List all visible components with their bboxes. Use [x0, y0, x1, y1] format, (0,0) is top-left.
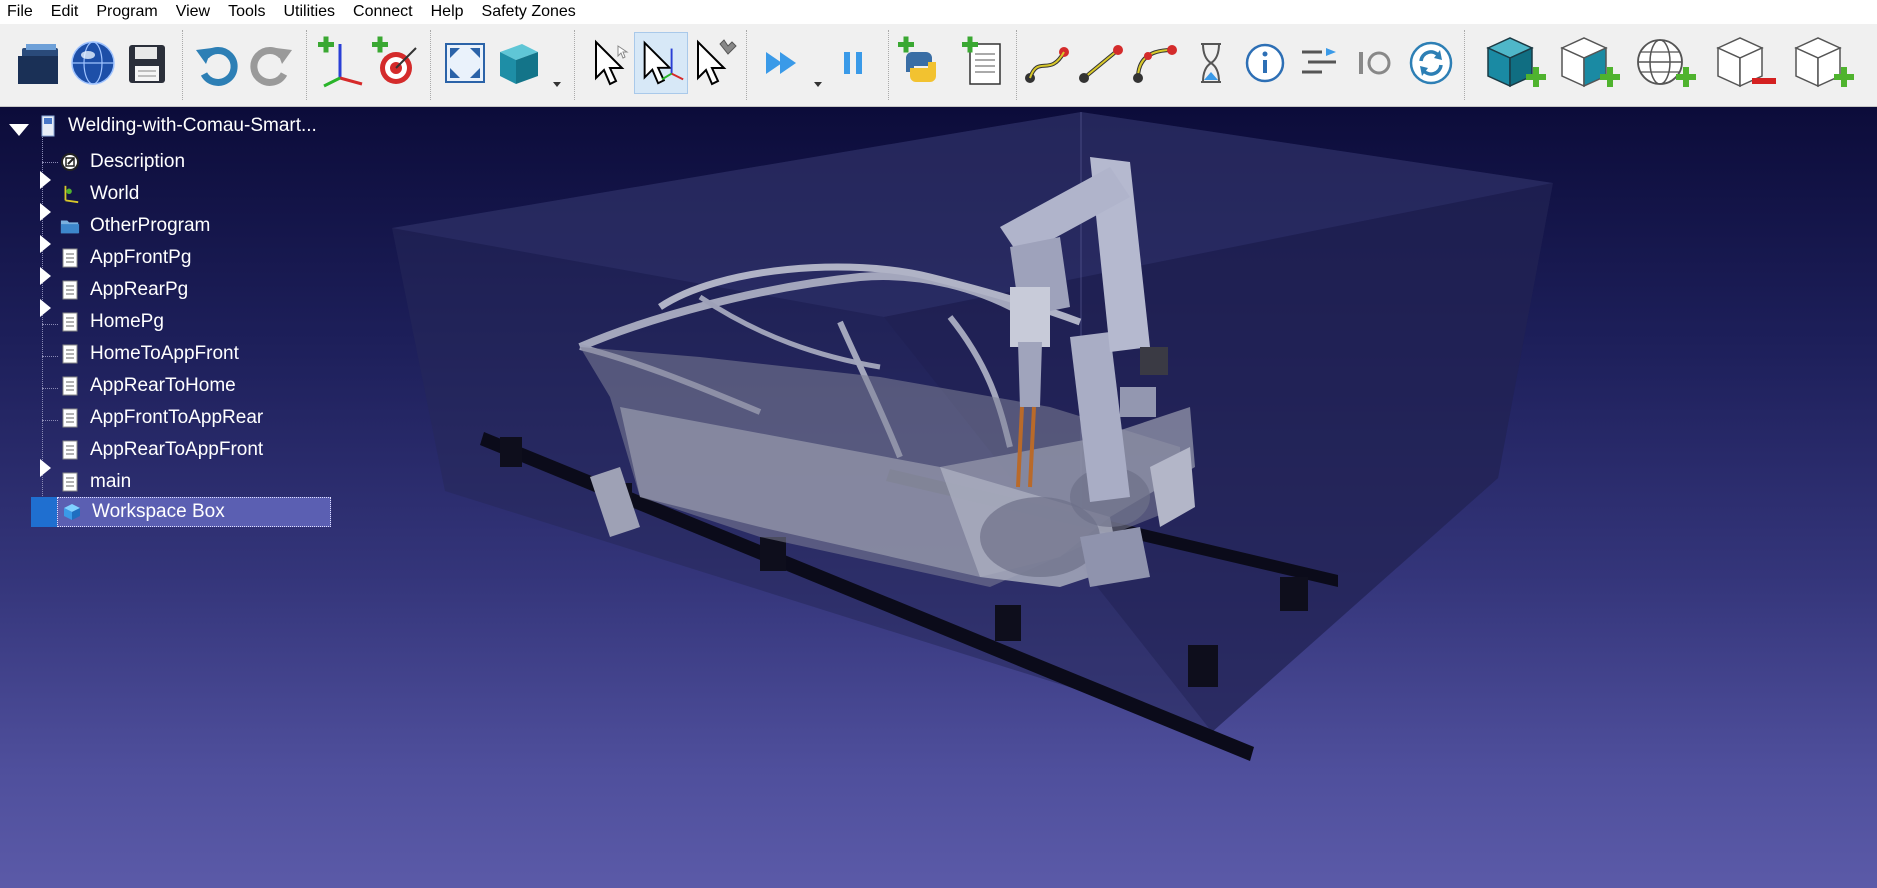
set-io-icon[interactable]: [1346, 32, 1400, 94]
menu-utilities[interactable]: Utilities: [274, 0, 344, 24]
pause-instruction-icon[interactable]: [1184, 32, 1238, 94]
tree-item-workspace-box[interactable]: Workspace Box: [57, 497, 331, 527]
move-joint-icon[interactable]: [1020, 32, 1074, 94]
run-simulation-icon[interactable]: [756, 32, 810, 94]
add-reference-frame-icon[interactable]: [314, 32, 368, 94]
tree-item-world[interactable]: World: [60, 179, 139, 209]
station-tree: Welding-with-Comau-Smart... Description …: [0, 107, 340, 547]
tree-expand-arrow[interactable]: [40, 235, 51, 253]
move-circular-icon[interactable]: [1128, 32, 1182, 94]
program-icon: [60, 407, 80, 429]
add-safety-sphere-icon[interactable]: [1632, 32, 1698, 94]
add-python-program-icon[interactable]: [894, 32, 948, 94]
message-icon[interactable]: [1238, 32, 1292, 94]
program-icon: [60, 343, 80, 365]
move-linear-icon[interactable]: [1074, 32, 1128, 94]
tree-root[interactable]: Welding-with-Comau-Smart...: [38, 111, 317, 141]
tree-item-apprearpg[interactable]: AppRearPg: [60, 275, 188, 305]
program-icon: [60, 247, 80, 269]
tree-item-description[interactable]: Description: [60, 147, 185, 177]
tree-item-main[interactable]: main: [60, 467, 131, 497]
tree-item-appreartoappfront[interactable]: AppRearToAppFront: [60, 435, 263, 465]
menu-help[interactable]: Help: [422, 0, 473, 24]
tree-item-appfronttoapprear[interactable]: AppFrontToAppRear: [60, 403, 263, 433]
undo-icon[interactable]: [190, 32, 244, 94]
tree-item-hometoappfront[interactable]: HomeToAppFront: [60, 339, 239, 369]
add-safety-zone-icon[interactable]: [1790, 32, 1856, 94]
open-icon[interactable]: [12, 32, 66, 94]
tree-expand-arrow[interactable]: [40, 267, 51, 285]
refresh-icon[interactable]: [1404, 32, 1458, 94]
tree-root-label: Welding-with-Comau-Smart...: [68, 115, 317, 136]
menu-program[interactable]: Program: [87, 0, 166, 24]
toolbar: [0, 24, 1877, 107]
program-icon: [60, 471, 80, 493]
online-library-icon[interactable]: [66, 32, 120, 94]
box-object-icon: [62, 501, 82, 523]
world-frame-icon: [60, 183, 80, 205]
tree-item-homepg[interactable]: HomePg: [60, 307, 164, 337]
3d-viewport[interactable]: Welding-with-Comau-Smart... Description …: [0, 107, 1877, 888]
add-program-icon[interactable]: [956, 32, 1010, 94]
program-call-icon[interactable]: [1292, 32, 1346, 94]
select-icon[interactable]: [582, 32, 636, 94]
fit-all-icon[interactable]: [438, 32, 492, 94]
tree-expand-arrow[interactable]: [40, 171, 51, 189]
program-icon: [60, 279, 80, 301]
add-safety-plane-icon[interactable]: [1556, 32, 1622, 94]
add-safety-box-icon[interactable]: [1482, 32, 1548, 94]
tree-item-otherprogram[interactable]: OtherProgram: [60, 211, 210, 241]
move-tcp-icon[interactable]: [688, 32, 742, 94]
add-target-icon[interactable]: [368, 32, 422, 94]
tree-expand-arrow[interactable]: [40, 459, 51, 477]
tree-collapse-arrow[interactable]: [9, 124, 29, 136]
tree-item-appreartohome[interactable]: AppRearToHome: [60, 371, 236, 401]
menu-tools[interactable]: Tools: [219, 0, 274, 24]
pause-icon[interactable]: [826, 32, 880, 94]
program-icon: [60, 375, 80, 397]
tree-expand-arrow[interactable]: [40, 299, 51, 317]
description-icon: [60, 151, 80, 173]
menu-connect[interactable]: Connect: [344, 0, 422, 24]
menu-view[interactable]: View: [167, 0, 219, 24]
station-icon: [38, 115, 58, 137]
view-cube-icon[interactable]: [492, 32, 546, 94]
menu-edit[interactable]: Edit: [42, 0, 88, 24]
selection-indicator: [31, 497, 57, 527]
save-icon[interactable]: [120, 32, 174, 94]
tree-item-appfrontpg[interactable]: AppFrontPg: [60, 243, 191, 273]
program-icon: [60, 311, 80, 333]
tree-expand-arrow[interactable]: [40, 203, 51, 221]
program-icon: [60, 439, 80, 461]
menu-bar: File Edit Program View Tools Utilities C…: [0, 0, 1877, 24]
folder-icon: [60, 215, 80, 237]
menu-safety-zones[interactable]: Safety Zones: [473, 0, 585, 24]
menu-file[interactable]: File: [0, 0, 42, 24]
remove-safety-zone-icon[interactable]: [1712, 32, 1778, 94]
redo-icon[interactable]: [244, 32, 298, 94]
move-reference-icon[interactable]: [634, 32, 688, 94]
